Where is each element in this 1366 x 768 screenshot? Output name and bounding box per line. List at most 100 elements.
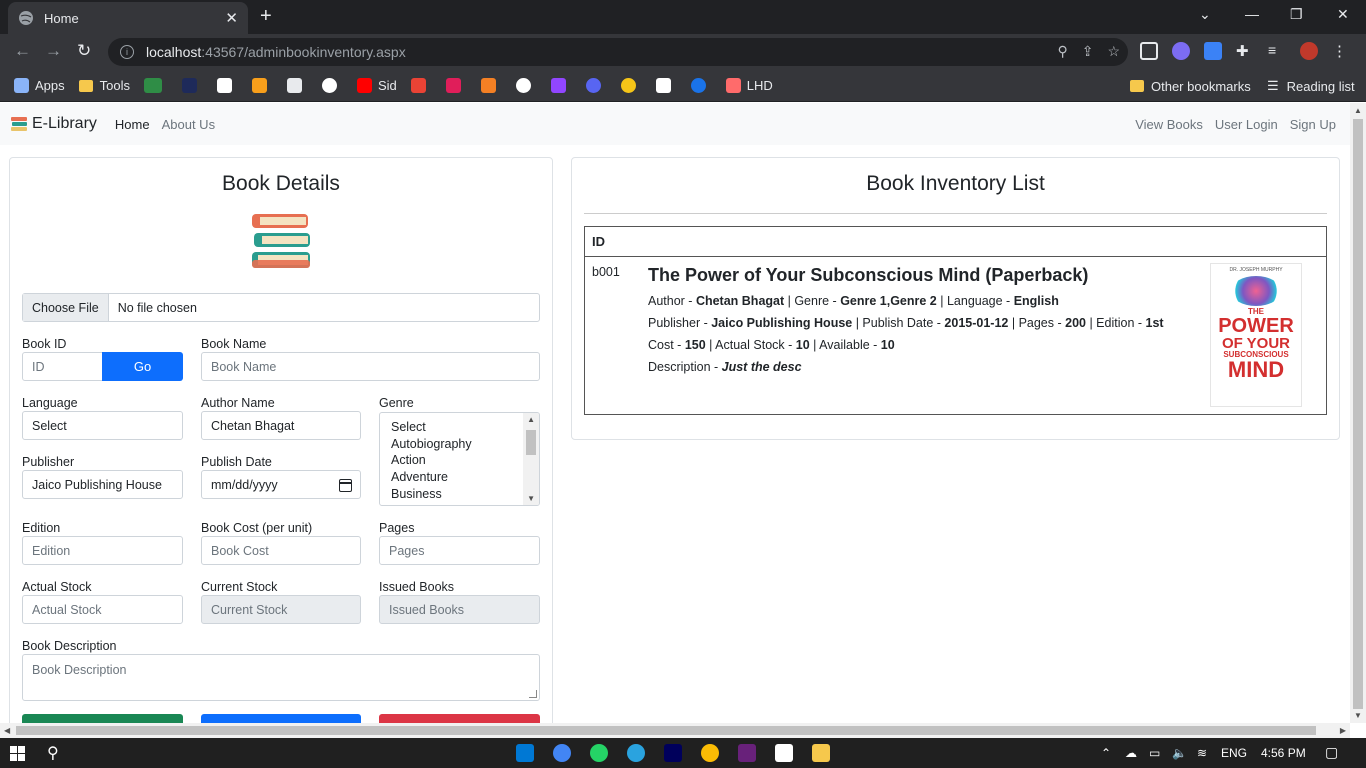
browser-tab[interactable]: Home ✕ bbox=[8, 2, 248, 34]
back-icon[interactable]: ← bbox=[14, 41, 31, 61]
bookmark-gfg[interactable] bbox=[144, 78, 168, 93]
tab-search-icon[interactable]: ⌄ bbox=[1199, 6, 1211, 23]
profile-avatar[interactable] bbox=[1300, 42, 1318, 60]
address-bar[interactable]: i localhost:43567/adminbookinventory.asp… bbox=[108, 38, 1128, 66]
forward-icon[interactable]: → bbox=[45, 41, 62, 61]
extension-icon[interactable] bbox=[1172, 42, 1190, 60]
sidebar-icon[interactable] bbox=[1140, 42, 1158, 60]
windows-start-icon[interactable] bbox=[10, 746, 25, 761]
publish-date-input[interactable]: mm/dd/yyyy bbox=[201, 470, 361, 499]
pages-input[interactable]: Pages bbox=[379, 536, 540, 565]
nav-sign-up[interactable]: Sign Up bbox=[1290, 117, 1336, 132]
whatsapp-icon[interactable] bbox=[590, 744, 608, 762]
bookmark-discord[interactable] bbox=[585, 78, 607, 93]
update-button[interactable] bbox=[201, 714, 361, 723]
actual-stock-input[interactable]: Actual Stock bbox=[22, 595, 183, 624]
genre-option[interactable]: Select bbox=[380, 419, 539, 436]
bookmark-gmail[interactable] bbox=[410, 78, 432, 93]
share-icon[interactable]: ⇪ bbox=[1082, 43, 1094, 60]
genre-option[interactable]: Business bbox=[380, 486, 539, 503]
nav-view-books[interactable]: View Books bbox=[1135, 117, 1203, 132]
book-id-input[interactable]: ID bbox=[22, 352, 103, 381]
genre-option[interactable]: Adventure bbox=[380, 469, 539, 486]
close-tab-icon[interactable]: ✕ bbox=[225, 9, 238, 27]
telegram-icon[interactable] bbox=[627, 744, 645, 762]
volume-icon[interactable]: 🔈 bbox=[1172, 746, 1187, 760]
search-icon[interactable]: ⚲ bbox=[47, 743, 59, 763]
menu-icon[interactable]: ⋮ bbox=[1332, 42, 1350, 60]
bookmark-apps[interactable]: Apps bbox=[14, 78, 65, 93]
scroll-down-icon[interactable]: ▼ bbox=[527, 494, 535, 503]
language-indicator[interactable]: ENG bbox=[1221, 746, 1247, 760]
python-extension-icon[interactable] bbox=[1204, 42, 1222, 60]
bookmark-slack[interactable] bbox=[445, 78, 467, 93]
bookmark-bitwarden[interactable] bbox=[515, 78, 537, 93]
close-window-icon[interactable]: ✕ bbox=[1337, 6, 1349, 23]
reading-list[interactable]: ☰ Reading list bbox=[1267, 70, 1355, 102]
add-button[interactable] bbox=[22, 714, 183, 723]
bookmark-hackerrank[interactable] bbox=[217, 78, 238, 93]
bookmark-github[interactable] bbox=[322, 78, 343, 93]
genre-scrollbar[interactable]: ▲ ▼ bbox=[523, 413, 539, 505]
wifi-icon[interactable]: ≋ bbox=[1197, 746, 1207, 760]
choose-file-button[interactable]: Choose File bbox=[23, 294, 109, 321]
resize-grip-icon[interactable] bbox=[529, 690, 537, 698]
media-icon[interactable]: ≡ bbox=[1268, 42, 1286, 60]
bookmark-stackoverflow[interactable] bbox=[480, 78, 502, 93]
publisher-select[interactable]: Jaico Publishing House bbox=[22, 470, 183, 499]
book-cost-input[interactable]: Book Cost bbox=[201, 536, 361, 565]
genre-option[interactable]: Autobiography bbox=[380, 436, 539, 453]
other-bookmarks[interactable]: Other bookmarks bbox=[1130, 70, 1251, 102]
genre-listbox[interactable]: Select Autobiography Action Adventure Bu… bbox=[379, 412, 540, 506]
bookmark-hackerearth[interactable] bbox=[287, 78, 308, 93]
scroll-left-icon[interactable]: ◀ bbox=[4, 726, 10, 735]
file-explorer-icon[interactable] bbox=[812, 744, 830, 762]
bookmark-robot[interactable] bbox=[655, 78, 677, 93]
page-vertical-scrollbar[interactable]: ▲ ▼ bbox=[1350, 103, 1366, 723]
zoom-icon[interactable]: ⚲ bbox=[1057, 43, 1067, 60]
language-select[interactable]: Select bbox=[22, 411, 183, 440]
minimize-icon[interactable]: — bbox=[1245, 6, 1259, 22]
author-select[interactable]: Chetan Bhagat bbox=[201, 411, 361, 440]
scroll-right-icon[interactable]: ▶ bbox=[1340, 726, 1346, 735]
bookmark-star-icon[interactable]: ☆ bbox=[1107, 43, 1120, 60]
scroll-down-icon[interactable]: ▼ bbox=[1354, 711, 1362, 720]
description-textarea[interactable]: Book Description bbox=[22, 654, 540, 701]
premiere-icon[interactable] bbox=[664, 744, 682, 762]
go-button[interactable]: Go bbox=[102, 352, 183, 381]
intellij-icon[interactable] bbox=[775, 744, 793, 762]
genre-option[interactable]: Action bbox=[380, 452, 539, 469]
delete-button[interactable] bbox=[379, 714, 540, 723]
visual-studio-icon[interactable] bbox=[738, 744, 756, 762]
bookmark-blank[interactable] bbox=[182, 78, 203, 93]
bookmark-tools[interactable]: Tools bbox=[78, 78, 130, 93]
bookmark-twitch[interactable] bbox=[550, 78, 572, 93]
brand[interactable]: E-Library bbox=[10, 115, 97, 133]
nav-user-login[interactable]: User Login bbox=[1215, 117, 1278, 132]
nav-about-us[interactable]: About Us bbox=[162, 117, 215, 132]
restore-icon[interactable]: ❐ bbox=[1290, 6, 1303, 23]
bookmark-leetcode[interactable] bbox=[252, 78, 273, 93]
edition-input[interactable]: Edition bbox=[22, 536, 183, 565]
file-upload[interactable]: Choose File No file chosen bbox=[22, 293, 540, 322]
calendar-icon[interactable] bbox=[339, 479, 352, 492]
chrome-icon[interactable] bbox=[553, 744, 571, 762]
vertical-scroll-thumb[interactable] bbox=[1353, 119, 1363, 709]
site-info-icon[interactable]: i bbox=[120, 45, 134, 59]
book-name-input[interactable]: Book Name bbox=[201, 352, 540, 381]
vscode-icon[interactable] bbox=[516, 744, 534, 762]
bookmark-sid[interactable]: Sid bbox=[357, 78, 397, 93]
chrome-alt-icon[interactable] bbox=[701, 744, 719, 762]
scroll-thumb[interactable] bbox=[526, 430, 536, 455]
scroll-up-icon[interactable]: ▲ bbox=[527, 415, 535, 424]
bookmark-lhd[interactable]: LHD bbox=[725, 78, 773, 93]
clock[interactable]: 4:56 PM bbox=[1261, 746, 1306, 760]
new-tab-icon[interactable]: + bbox=[260, 5, 272, 27]
nav-home[interactable]: Home bbox=[115, 117, 150, 132]
reload-icon[interactable]: ↻ bbox=[77, 41, 91, 61]
puzzle-icon[interactable]: ✚ bbox=[1236, 42, 1254, 60]
battery-icon[interactable]: ▭ bbox=[1149, 746, 1160, 760]
notifications-icon[interactable]: ▢ bbox=[1325, 744, 1338, 761]
scroll-up-icon[interactable]: ▲ bbox=[1354, 106, 1362, 115]
bookmark-bird[interactable] bbox=[690, 78, 712, 93]
